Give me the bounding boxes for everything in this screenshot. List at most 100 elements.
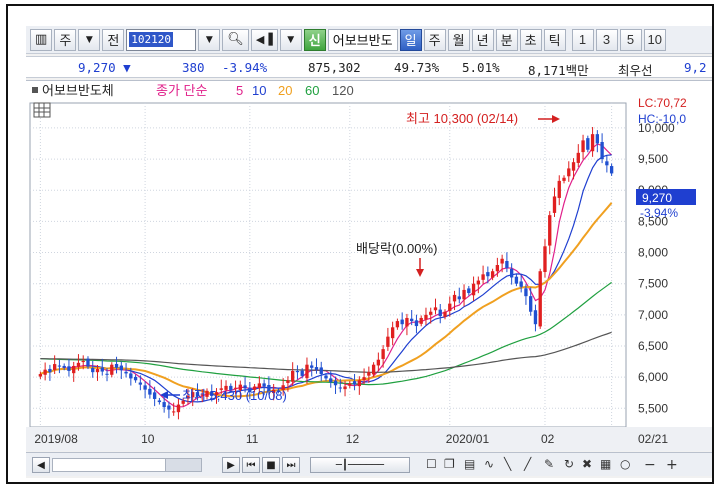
candle-body <box>352 381 357 385</box>
period-tick[interactable]: 틱 <box>543 28 566 51</box>
candle-body <box>471 283 476 296</box>
candle-body <box>348 383 352 386</box>
price-summary-bar: 9,270 ▼ 380 -3.94% 875,302 49.73% 5.01% … <box>26 56 712 78</box>
candle-body <box>105 373 109 375</box>
candle-body <box>157 400 162 403</box>
play-icon[interactable]: ▶ <box>222 457 240 473</box>
candle-body <box>119 365 123 371</box>
credit-badge[interactable]: 신 <box>303 28 326 51</box>
candle-body <box>395 321 400 328</box>
candle-body <box>438 309 442 317</box>
zoom-in-icon[interactable]: + <box>666 457 678 473</box>
candle-body <box>310 365 314 368</box>
fast-forward-icon[interactable]: ⏭︎ <box>282 457 300 473</box>
candle-body <box>324 375 328 379</box>
candle-body <box>95 369 100 373</box>
candle-body <box>129 373 133 379</box>
candle-body <box>43 369 47 375</box>
y-tick-label: 9,500 <box>638 152 668 166</box>
interval-5[interactable]: 5 <box>619 28 642 51</box>
candle-body <box>371 364 376 375</box>
zoom-icon[interactable]: ○ <box>620 457 630 471</box>
code-dropdown-icon[interactable]: ▼ <box>198 28 221 51</box>
trend-icon[interactable]: ╲ <box>504 457 511 471</box>
candle-body <box>381 349 385 359</box>
candle-body <box>414 320 419 327</box>
cycle-icon[interactable]: ↻ <box>564 457 574 471</box>
candle-body <box>509 268 514 278</box>
scroll-track[interactable] <box>52 458 202 472</box>
candle-body <box>586 138 590 150</box>
zoom-slider[interactable]: ─┃────── <box>310 457 410 473</box>
market-button[interactable]: 주 <box>54 28 77 51</box>
price-change: 380 <box>182 60 205 75</box>
interval-10[interactable]: 10 <box>643 28 667 51</box>
pencil-icon[interactable]: ✎ <box>544 457 554 471</box>
search-icon[interactable]: 🔍︎ <box>222 28 249 51</box>
interval-1[interactable]: 1 <box>571 28 594 51</box>
history-button[interactable]: 전 <box>102 28 125 51</box>
current-price-tag-text: 9,270 <box>642 191 672 205</box>
candle-body <box>86 358 90 367</box>
current-price: 9,270 ▼ <box>78 60 131 75</box>
candle-body <box>319 367 323 375</box>
candle-body <box>62 365 66 368</box>
dropdown-icon[interactable]: ▼ <box>78 28 101 51</box>
y-tick-label: 5,500 <box>638 401 668 415</box>
fan-icon[interactable]: ╱ <box>524 457 531 471</box>
speaker-dropdown-icon[interactable]: ▼ <box>279 28 302 51</box>
candle-body <box>443 311 447 317</box>
candle-body <box>124 371 128 374</box>
scroll-left-icon[interactable]: ◀ <box>32 457 50 473</box>
interval-3[interactable]: 3 <box>595 28 618 51</box>
layout-icon[interactable]: ▥ <box>30 28 53 51</box>
candle-body <box>305 364 309 379</box>
candle-body <box>367 372 371 376</box>
x-tick-label: 10 <box>141 432 155 446</box>
period-week[interactable]: 주 <box>423 28 446 51</box>
period-minute[interactable]: 분 <box>495 28 518 51</box>
candle-body <box>262 383 266 387</box>
chart-window: ▥ 주 ▼ 전 102120 ▼ 🔍︎ ◀▐ ▼ 신 어보브반도 일 주 월 년… <box>26 26 714 478</box>
candle-body <box>581 140 585 153</box>
stop-icon[interactable]: ■ <box>262 457 280 473</box>
period-year[interactable]: 년 <box>471 28 494 51</box>
rewind-icon[interactable]: ⏮︎ <box>242 457 260 473</box>
stock-name-field[interactable]: 어보브반도 <box>327 28 398 51</box>
period-day[interactable]: 일 <box>399 28 422 51</box>
candle-body <box>57 365 62 367</box>
trash-icon[interactable]: ✖ <box>582 457 592 471</box>
save-icon[interactable]: ▦ <box>600 457 611 471</box>
candle-body <box>295 370 300 373</box>
candle-body <box>362 377 366 381</box>
period-month[interactable]: 월 <box>447 28 470 51</box>
candle-body <box>81 360 85 363</box>
crosshair-icon[interactable]: ☐ <box>426 457 437 471</box>
period-second[interactable]: 초 <box>519 28 542 51</box>
candle-body <box>390 327 395 339</box>
speaker-icon[interactable]: ◀▐ <box>250 28 278 51</box>
hc-label: HC:-10,0 <box>638 112 686 126</box>
compare-icon[interactable]: ❐ <box>444 457 455 471</box>
chart-svg[interactable]: 10,0009,5009,0008,5008,0007,5007,0006,50… <box>26 81 714 451</box>
candle-body <box>162 402 166 408</box>
candle-body <box>38 374 43 377</box>
candle-body <box>291 370 295 382</box>
candle-body <box>91 368 95 373</box>
zoom-out-icon[interactable]: − <box>644 457 656 473</box>
wave-icon[interactable]: ∿ <box>484 457 494 471</box>
trade-amount: 8,171백만 <box>528 63 589 78</box>
candle-body <box>476 280 480 285</box>
y-tick-label: 6,500 <box>638 339 668 353</box>
turnover-rate: 5.01% <box>462 60 500 75</box>
x-tick-label: 02/21 <box>638 432 668 446</box>
table-icon[interactable] <box>33 102 51 118</box>
best-bid: 9,2 <box>684 60 707 75</box>
candle-body <box>609 166 614 174</box>
candle-body <box>457 296 461 300</box>
stock-code-input[interactable]: 102120 <box>126 28 197 51</box>
overlay-icon[interactable]: ▤ <box>464 457 475 471</box>
dividend-annotation: 배당락(0.00%) <box>356 241 437 256</box>
scroll-thumb[interactable] <box>165 459 201 471</box>
price-chart[interactable]: 10,0009,5009,0008,5008,0007,5007,0006,50… <box>26 80 714 451</box>
